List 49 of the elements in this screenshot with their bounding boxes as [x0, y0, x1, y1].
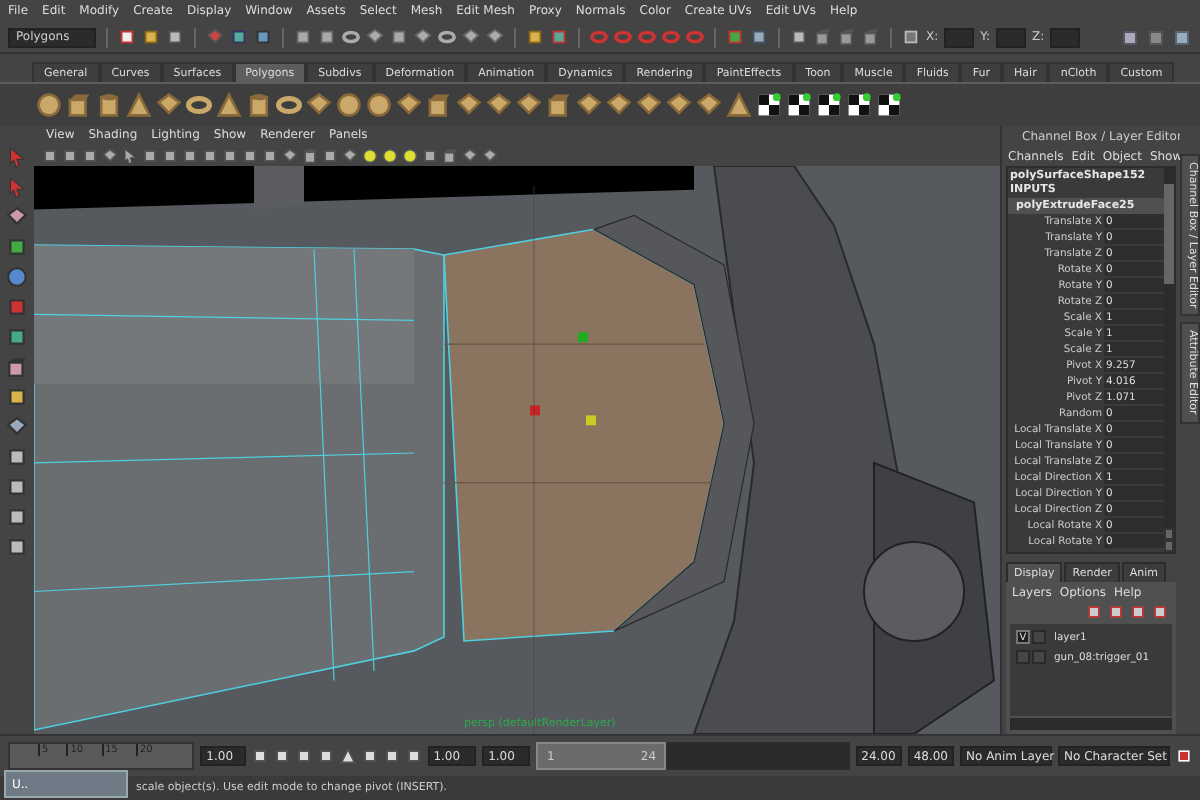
block-icon[interactable] — [456, 92, 482, 118]
cube-icon[interactable] — [426, 92, 452, 118]
block-icon[interactable] — [486, 92, 512, 118]
cube-icon[interactable] — [66, 92, 92, 118]
checker-icon[interactable] — [816, 92, 842, 118]
block-icon[interactable] — [516, 92, 542, 118]
torus-icon[interactable] — [276, 92, 302, 118]
sphere-icon[interactable] — [36, 92, 62, 118]
arrow-icon[interactable] — [6, 146, 28, 168]
checker-icon[interactable] — [846, 92, 872, 118]
block-icon[interactable] — [636, 92, 662, 118]
cube-icon[interactable] — [546, 92, 572, 118]
cylinder-icon[interactable] — [96, 92, 122, 118]
tool-icon[interactable] — [6, 446, 28, 468]
tool-icon[interactable] — [6, 266, 28, 288]
sphere-icon[interactable] — [336, 92, 362, 118]
viewport-tool-icon[interactable] — [302, 147, 318, 163]
cylinder-icon[interactable] — [246, 92, 272, 118]
coordinate-field[interactable] — [1050, 27, 1081, 47]
tool-icon[interactable] — [6, 386, 28, 408]
tool-icon[interactable] — [6, 536, 28, 558]
checker-icon[interactable] — [786, 92, 812, 118]
tool-icon[interactable] — [6, 476, 28, 498]
arrow-icon[interactable] — [6, 176, 28, 198]
tool-icon[interactable] — [6, 356, 28, 378]
checker-icon[interactable] — [876, 92, 902, 118]
tool-icon[interactable] — [6, 326, 28, 348]
scrollbar[interactable] — [1164, 168, 1174, 552]
block-icon[interactable] — [306, 92, 332, 118]
coordinate-field[interactable] — [944, 27, 975, 47]
block-icon[interactable] — [576, 92, 602, 118]
torus-icon[interactable] — [186, 92, 212, 118]
sphere-icon[interactable] — [366, 92, 392, 118]
tool-icon[interactable] — [6, 506, 28, 528]
block-icon[interactable] — [396, 92, 422, 118]
tool-icon[interactable] — [6, 206, 28, 228]
cone-icon[interactable] — [726, 92, 752, 118]
block-icon[interactable] — [666, 92, 692, 118]
viewport-tool-icon[interactable] — [442, 147, 458, 163]
coordinate-field[interactable] — [996, 27, 1027, 47]
tool-icon[interactable] — [6, 236, 28, 258]
visibility-toggle[interactable] — [1016, 650, 1030, 664]
scrollbar[interactable] — [1010, 718, 1172, 730]
cone-icon[interactable] — [126, 92, 152, 118]
tool-icon[interactable] — [6, 416, 28, 438]
cone-icon[interactable] — [216, 92, 242, 118]
block-icon[interactable] — [606, 92, 632, 118]
block-icon[interactable] — [696, 92, 722, 118]
checker-icon[interactable] — [756, 92, 782, 118]
